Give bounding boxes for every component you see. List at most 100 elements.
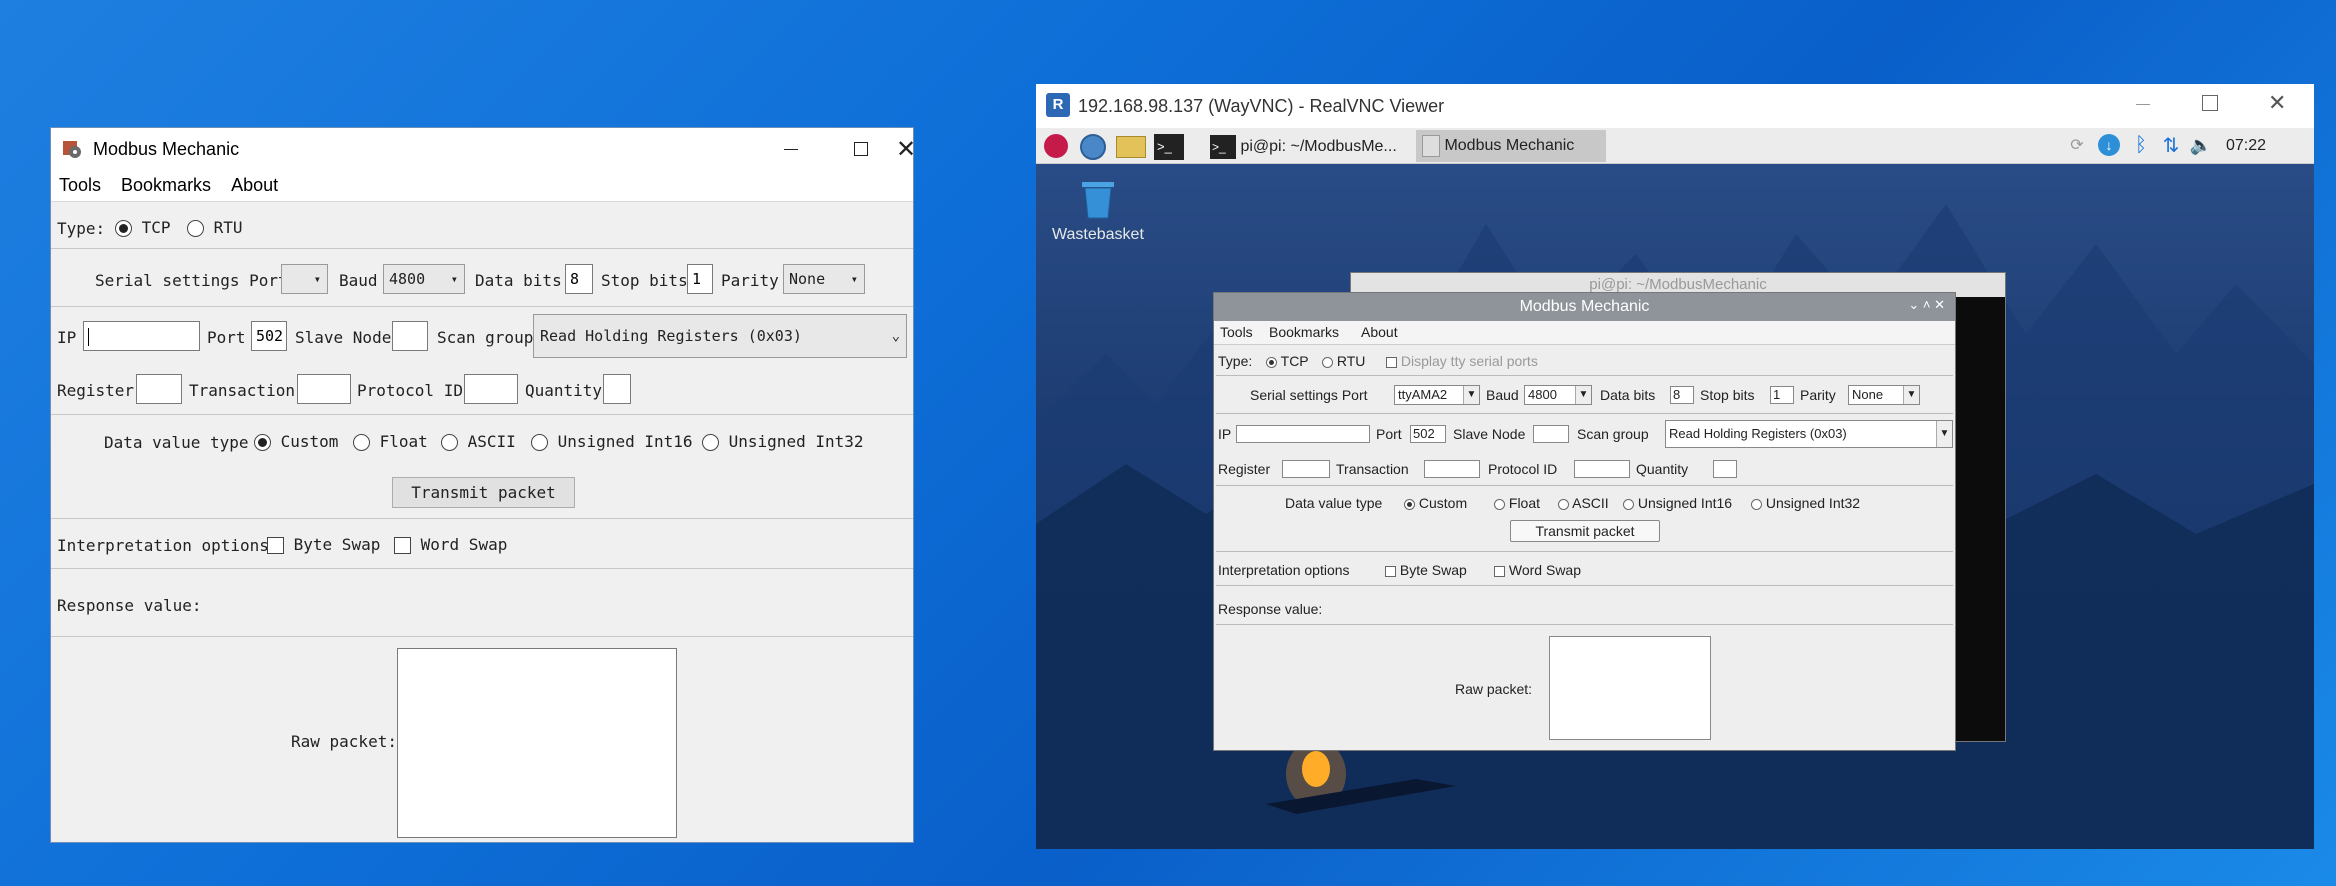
pi-tcp-option[interactable]: TCP (1266, 353, 1309, 369)
folder-icon[interactable] (1116, 136, 1146, 158)
pi-ip-field[interactable] (1236, 425, 1370, 443)
rtu-radio[interactable] (187, 220, 204, 237)
pi-serial-port-select[interactable]: ttyAMA2 ▼ (1394, 385, 1480, 405)
window-controls[interactable]: ⌄ ˄ ✕ (1885, 297, 1945, 317)
word-swap-option[interactable]: Word Swap (394, 535, 507, 554)
pi-transmit-packet-button[interactable]: Transmit packet (1510, 520, 1660, 542)
port-label: Port (207, 328, 246, 347)
protocol-id-field[interactable] (464, 374, 518, 404)
pi-dvt-ascii-option[interactable]: ASCII (1558, 495, 1609, 511)
port-field[interactable]: 502 (251, 321, 287, 351)
pi-scan-group-select[interactable]: Read Holding Registers (0x03) ▼ (1665, 420, 1953, 448)
pi-menu-bookmarks[interactable]: Bookmarks (1269, 324, 1339, 340)
byte-swap-option[interactable]: Byte Swap (267, 535, 380, 554)
pi-custom-radio[interactable] (1404, 498, 1415, 510)
pi-parity-select[interactable]: None ▼ (1848, 385, 1920, 405)
pi-word-swap-option[interactable]: Word Swap (1494, 562, 1581, 578)
dvt-custom-option[interactable]: Custom (254, 432, 338, 451)
menu-about[interactable]: About (231, 175, 278, 196)
ip-label: IP (57, 328, 77, 347)
browser-icon[interactable] (1080, 134, 1106, 160)
quantity-field[interactable] (603, 374, 631, 404)
minimize-icon[interactable] (2136, 104, 2150, 105)
taskbar-modbus-item[interactable]: Modbus Mechanic (1416, 130, 1606, 162)
terminal-icon[interactable]: >_ (1154, 134, 1184, 160)
ip-field[interactable] (83, 321, 200, 351)
dvt-uint16-option[interactable]: Unsigned Int16 (531, 432, 693, 451)
pi-word-swap-checkbox[interactable] (1494, 565, 1505, 577)
pi-rtu-radio[interactable] (1322, 356, 1333, 368)
type-tcp-option[interactable]: TCP (115, 218, 171, 237)
pi-register-field[interactable] (1282, 460, 1330, 478)
raw-packet-area[interactable] (397, 648, 677, 838)
stopbits-field[interactable]: 1 (687, 264, 713, 294)
transmit-packet-button[interactable]: Transmit packet (392, 477, 575, 508)
sync-icon[interactable]: ⟳ (2064, 132, 2090, 158)
transaction-field[interactable] (297, 374, 351, 404)
network-icon[interactable]: ⇅ (2158, 132, 2184, 158)
pi-stopbits-field[interactable]: 1 (1770, 386, 1794, 404)
pi-quantity-label: Quantity (1636, 461, 1689, 477)
ascii-radio[interactable] (441, 434, 458, 451)
raspberry-menu-icon[interactable] (1044, 134, 1068, 158)
uint16-radio[interactable] (531, 434, 548, 451)
pi-rtu-option[interactable]: RTU (1322, 353, 1365, 369)
parity-select[interactable]: None ▾ (783, 264, 865, 294)
pi-menu-about[interactable]: About (1361, 324, 1398, 340)
divider (51, 636, 913, 637)
pi-port-field[interactable]: 502 (1410, 425, 1446, 443)
pi-ascii-radio[interactable] (1558, 498, 1569, 510)
baud-select[interactable]: 4800 ▾ (383, 264, 465, 294)
float-radio[interactable] (353, 434, 370, 451)
pi-display-tty-option[interactable]: Display tty serial ports (1386, 353, 1538, 369)
pi-tcp-radio[interactable] (1266, 356, 1277, 368)
pi-float-radio[interactable] (1494, 498, 1505, 510)
slave-node-field[interactable] (392, 321, 428, 351)
pi-raw-packet-area[interactable] (1549, 636, 1711, 740)
pi-uint32-radio[interactable] (1751, 498, 1762, 510)
interpretation-options-label: Interpretation options (57, 536, 269, 555)
pi-menu-tools[interactable]: Tools (1220, 324, 1253, 340)
pi-dvt-custom-option[interactable]: Custom (1404, 495, 1467, 511)
pi-byte-swap-option[interactable]: Byte Swap (1385, 562, 1467, 578)
close-button[interactable]: ✕ (896, 128, 916, 170)
menu-tools[interactable]: Tools (59, 175, 101, 196)
volume-icon[interactable]: 🔈 (2188, 132, 2214, 158)
pi-dvt-uint32-option[interactable]: Unsigned Int32 (1751, 495, 1860, 511)
maximize-button[interactable] (826, 128, 896, 170)
type-rtu-option[interactable]: RTU (187, 218, 243, 237)
pi-baud-value: 4800 (1528, 387, 1557, 402)
pi-byte-swap-checkbox[interactable] (1385, 565, 1396, 577)
minimize-button[interactable] (756, 128, 826, 170)
dvt-float-option[interactable]: Float (353, 432, 428, 451)
register-field[interactable] (136, 374, 182, 404)
wastebasket-icon[interactable] (1076, 176, 1120, 220)
bluetooth-icon[interactable]: ᛒ (2128, 132, 2154, 158)
pi-quantity-field[interactable] (1713, 460, 1737, 478)
pi-scan-group-value: Read Holding Registers (0x03) (1669, 426, 1847, 441)
serial-port-select[interactable]: ▾ (281, 264, 328, 294)
dvt-ascii-option[interactable]: ASCII (441, 432, 516, 451)
pi-dvt-uint16-option[interactable]: Unsigned Int16 (1623, 495, 1732, 511)
pi-baud-select[interactable]: 4800 ▼ (1524, 385, 1592, 405)
pi-dvt-float-option[interactable]: Float (1494, 495, 1540, 511)
word-swap-checkbox[interactable] (394, 537, 411, 554)
byte-swap-checkbox[interactable] (267, 537, 284, 554)
taskbar-terminal-item[interactable]: >_ pi@pi: ~/ModbusMe... (1210, 132, 1410, 162)
pi-uint16-radio[interactable] (1623, 498, 1634, 510)
close-icon[interactable]: ✕ (2268, 90, 2286, 116)
download-icon[interactable]: ↓ (2098, 134, 2120, 156)
databits-field[interactable]: 8 (565, 264, 593, 294)
scan-group-select[interactable]: Read Holding Registers (0x03) ⌄ (533, 314, 907, 358)
custom-radio[interactable] (254, 434, 271, 451)
pi-protocol-id-field[interactable] (1574, 460, 1630, 478)
maximize-icon[interactable] (2202, 95, 2218, 111)
pi-display-tty-checkbox[interactable] (1386, 356, 1397, 368)
pi-transaction-field[interactable] (1424, 460, 1480, 478)
pi-databits-field[interactable]: 8 (1670, 386, 1694, 404)
uint32-radio[interactable] (702, 434, 719, 451)
menu-bookmarks[interactable]: Bookmarks (121, 175, 211, 196)
tcp-radio[interactable] (115, 220, 132, 237)
pi-slave-node-field[interactable] (1533, 425, 1569, 443)
dvt-uint32-option[interactable]: Unsigned Int32 (702, 432, 864, 451)
